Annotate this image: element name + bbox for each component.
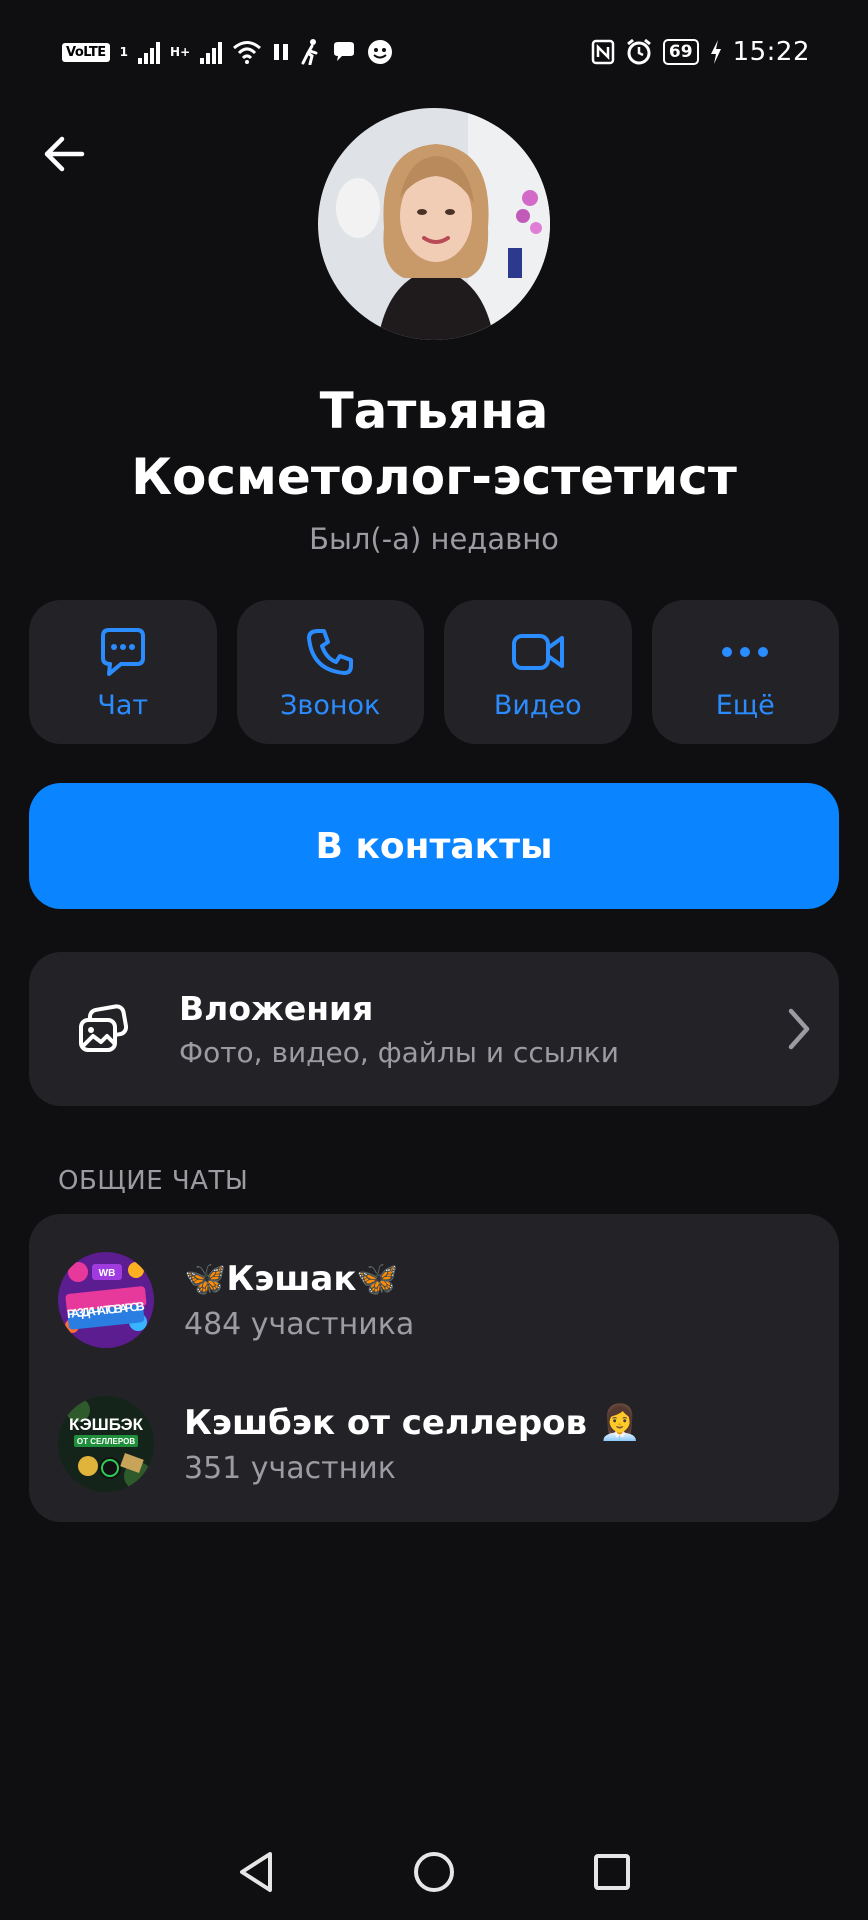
profile-screen: VoLTE 1 H+ 69 15:22 Татьяна Косметолог-э…	[0, 0, 868, 1920]
attachments-title: Вложения	[179, 989, 374, 1028]
network-type: H+	[170, 45, 191, 59]
face-icon	[368, 40, 393, 64]
walk-icon	[301, 39, 318, 65]
call-button-label: Звонок	[280, 689, 381, 721]
profile-name-line2: Косметолог-эстетист	[131, 448, 737, 506]
profile-name-line1: Татьяна	[319, 382, 549, 440]
common-chat-item[interactable]: КЭШБЭК ОТ СЕЛЛЕРОВ Кэшбэк от селлеров 👩‍…	[29, 1372, 839, 1516]
chat-members: 351 участник	[184, 1450, 396, 1486]
back-button[interactable]	[36, 126, 92, 182]
status-bar-right: 69 15:22	[591, 37, 810, 67]
chat-avatar-cashback: КЭШБЭК ОТ СЕЛЛЕРОВ	[58, 1396, 154, 1492]
chat-button-label: Чат	[97, 689, 149, 721]
video-button-label: Видео	[493, 689, 582, 721]
chat-bubble-icon	[334, 42, 355, 61]
nav-home-button[interactable]	[410, 1848, 458, 1896]
profile-photo	[318, 108, 550, 340]
phone-icon	[307, 628, 354, 675]
pause-icon	[274, 44, 289, 60]
volte-badge: VoLTE	[62, 42, 110, 62]
chat-button[interactable]: Чат	[29, 600, 217, 744]
chat-icon	[100, 627, 145, 676]
charging-icon	[710, 40, 721, 64]
action-buttons: Чат Звонок Видео Ещё	[29, 600, 839, 744]
common-chats-list: WB РАЗДАЧА ТОВАРОВ 🦋Кэшак🦋 484 участника…	[29, 1214, 839, 1522]
chat-title: 🦋Кэшак🦋	[184, 1258, 399, 1299]
wifi-icon	[233, 41, 262, 64]
gallery-icon	[79, 1004, 129, 1052]
circle-home-icon	[414, 1852, 454, 1892]
chat-members: 484 участника	[184, 1306, 415, 1342]
chevron-right-icon	[788, 1008, 810, 1050]
chat-avatar-subtext: ОТ СЕЛЛЕРОВ	[77, 1437, 135, 1446]
chat-avatar-image: КЭШБЭК ОТ СЕЛЛЕРОВ	[58, 1396, 154, 1492]
profile-last-seen: Был(-а) недавно	[309, 522, 559, 556]
chat-avatar-kashak: WB РАЗДАЧА ТОВАРОВ	[58, 1252, 154, 1348]
add-to-contacts-button[interactable]: В контакты	[29, 783, 839, 909]
square-recents-icon	[594, 1854, 630, 1890]
clock: 15:22	[732, 37, 810, 67]
profile-name: Татьяна Косметолог-эстетист	[0, 378, 868, 510]
more-icon	[722, 646, 769, 657]
call-button[interactable]: Звонок	[236, 600, 424, 744]
video-icon	[511, 633, 564, 670]
chat-title: Кэшбэк от селлеров 👩‍💼	[184, 1402, 642, 1443]
system-nav-bar	[0, 1832, 868, 1912]
battery-indicator: 69	[662, 39, 699, 65]
profile-avatar[interactable]	[318, 108, 550, 340]
attachments-subtitle: Фото, видео, файлы и ссылки	[179, 1036, 619, 1069]
signal-icon	[138, 40, 161, 64]
video-button[interactable]: Видео	[444, 600, 632, 744]
chat-avatar-badge: WB	[99, 1268, 116, 1279]
status-bar: VoLTE 1 H+ 69 15:22	[0, 28, 868, 76]
chat-avatar-image: WB РАЗДАЧА ТОВАРОВ	[58, 1252, 154, 1348]
nav-recents-button[interactable]	[588, 1848, 636, 1896]
nav-back-button[interactable]	[232, 1848, 280, 1896]
signal-icon-2	[200, 40, 223, 64]
chat-avatar-text: КЭШБЭК	[69, 1415, 144, 1434]
more-button-label: Ещё	[715, 689, 775, 721]
common-chats-title: ОБЩИЕ ЧАТЫ	[58, 1166, 249, 1196]
sim-number: 1	[119, 45, 129, 59]
alarm-icon	[626, 38, 651, 65]
attachments-row[interactable]: Вложения Фото, видео, файлы и ссылки	[29, 952, 839, 1106]
more-button[interactable]: Ещё	[651, 600, 839, 744]
status-bar-left: VoLTE 1 H+	[62, 38, 394, 66]
triangle-back-icon	[240, 1852, 272, 1892]
nfc-icon	[591, 39, 615, 65]
back-arrow-icon	[44, 136, 85, 172]
common-chat-item[interactable]: WB РАЗДАЧА ТОВАРОВ 🦋Кэшак🦋 484 участника	[29, 1228, 839, 1372]
